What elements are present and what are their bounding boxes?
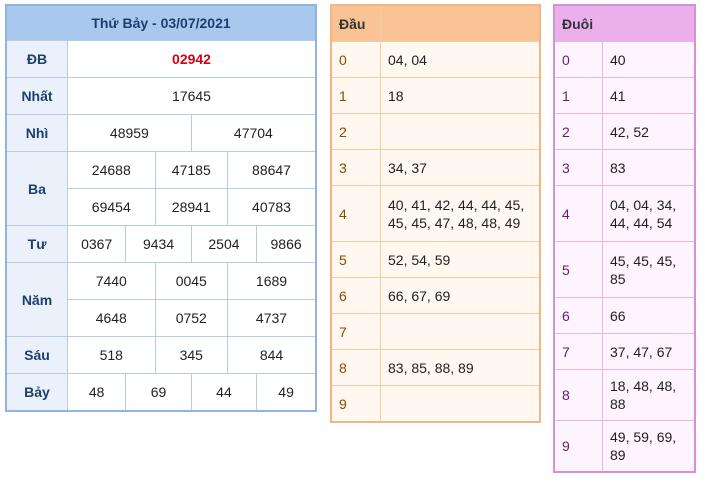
dau-value: [380, 313, 541, 350]
dau-key: 6: [330, 277, 381, 314]
duoi-value: 04, 04, 34, 44, 44, 54: [602, 185, 696, 242]
prize-nam-number: 7440: [67, 262, 156, 300]
duoi-key: 9: [553, 420, 603, 473]
duoi-key: 4: [553, 185, 603, 242]
prize-ba-number: 40783: [227, 188, 317, 226]
dau-header-blank: [380, 4, 541, 42]
dau-value: 18: [380, 77, 541, 114]
duoi-key: 1: [553, 77, 603, 114]
dau-key: 1: [330, 77, 381, 114]
prize-tu-number: 0367: [66, 225, 127, 263]
results-title: Thứ Bảy - 03/07/2021: [5, 4, 317, 41]
duoi-value: 18, 48, 48, 88: [602, 369, 696, 421]
dau-header: Đầu: [330, 4, 381, 42]
prize-bay-number: 49: [256, 373, 317, 412]
duoi-value: 37, 47, 67: [602, 333, 696, 370]
prize-nhat-number: 17645: [67, 77, 317, 115]
prize-nhi-number: 48959: [67, 114, 192, 152]
prize-label-nam: Năm: [5, 262, 68, 337]
prize-tu-number: 9434: [125, 225, 192, 263]
duoi-key: 5: [553, 241, 603, 298]
dau-value: [380, 385, 541, 423]
duoi-key: 8: [553, 369, 603, 421]
prize-sau-number: 844: [227, 336, 317, 374]
duoi-value: 83: [602, 149, 696, 186]
prize-ba-number: 69454: [67, 188, 156, 226]
prize-db-number: 02942: [67, 40, 317, 78]
prize-label-sau: Sáu: [5, 336, 68, 374]
dau-key: 0: [330, 41, 381, 78]
prize-tu-number: 9866: [256, 225, 317, 263]
duoi-key: 7: [553, 333, 603, 370]
prize-sau-number: 345: [154, 336, 229, 374]
prize-tu-number: 2504: [190, 225, 258, 263]
dau-value: 66, 67, 69: [380, 277, 541, 314]
prize-nam-number: 1689: [227, 262, 317, 300]
dau-key: 3: [330, 149, 381, 186]
results-table: Thứ Bảy - 03/07/2021 ĐB 02942 Nhất 17645…: [5, 4, 317, 412]
prize-ba-number: 47185: [154, 151, 229, 189]
prize-sau-number: 518: [67, 336, 156, 374]
dau-value: [380, 113, 541, 150]
prize-bay-number: 44: [190, 373, 258, 412]
prize-nam-number: 0045: [154, 262, 229, 300]
prize-nam-number: 4648: [67, 299, 156, 337]
duoi-header: Đuôi: [553, 4, 603, 42]
duoi-value: 40: [602, 41, 696, 78]
duoi-key: 6: [553, 297, 603, 334]
prize-label-ba: Ba: [5, 151, 68, 226]
prize-label-nhat: Nhất: [5, 77, 68, 115]
prize-label-db: ĐB: [5, 40, 68, 78]
dau-key: 5: [330, 241, 381, 278]
dau-key: 4: [330, 185, 381, 242]
duoi-value: 42, 52: [602, 113, 696, 150]
dau-key: 9: [330, 385, 381, 423]
prize-ba-number: 24688: [67, 151, 156, 189]
prize-nam-number: 4737: [227, 299, 317, 337]
dau-key: 2: [330, 113, 381, 150]
dau-value: 83, 85, 88, 89: [380, 349, 541, 386]
dau-key: 7: [330, 313, 381, 350]
duoi-key: 3: [553, 149, 603, 186]
prize-nam-number: 0752: [154, 299, 229, 337]
duoi-key: 0: [553, 41, 603, 78]
dau-value: 52, 54, 59: [380, 241, 541, 278]
dau-table: Đầu 0 04, 04 1 18 2 3 34, 37 4 40, 41, 42, 4…: [330, 4, 541, 423]
dau-value: 34, 37: [380, 149, 541, 186]
prize-bay-number: 48: [66, 373, 127, 412]
prize-label-tu: Tư: [5, 225, 68, 263]
duoi-value: 45, 45, 45, 85: [602, 241, 696, 298]
duoi-table: Đuôi 0 40 1 41 2 42, 52 3 83 4 04, 04, 34, 44…: [553, 4, 696, 473]
prize-ba-number: 88647: [227, 151, 317, 189]
duoi-value: 66: [602, 297, 696, 334]
duoi-value: 49, 59, 69, 89: [602, 420, 696, 473]
prize-label-bay: Bảy: [5, 373, 68, 412]
dau-value: 04, 04: [380, 41, 541, 78]
duoi-value: 41: [602, 77, 696, 114]
prize-bay-number: 69: [125, 373, 192, 412]
duoi-header-blank: [602, 4, 696, 42]
dau-key: 8: [330, 349, 381, 386]
prize-nhi-number: 47704: [190, 114, 317, 152]
dau-value: 40, 41, 42, 44, 44, 45, 45, 45, 47, 48, …: [380, 185, 541, 242]
duoi-key: 2: [553, 113, 603, 150]
prize-label-nhi: Nhì: [5, 114, 68, 152]
prize-ba-number: 28941: [154, 188, 229, 226]
